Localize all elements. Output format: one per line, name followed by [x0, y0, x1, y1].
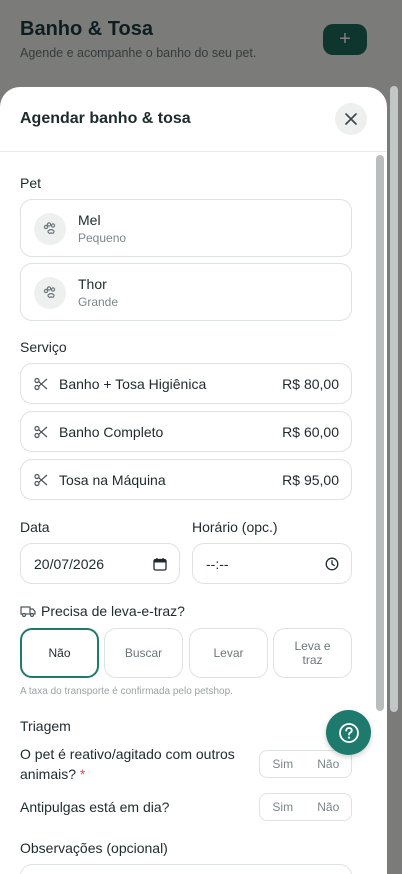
- date-label: Data: [20, 519, 50, 535]
- transport-question: Precisa de leva-e-traz?: [20, 603, 185, 619]
- triage-question-reactive: O pet é reativo/agitado com outros anima…: [20, 744, 245, 784]
- pet-label: Pet: [20, 175, 42, 191]
- pet-name: Mel: [78, 212, 101, 228]
- no-option[interactable]: Não: [306, 751, 352, 777]
- triage-label: Triagem: [20, 718, 71, 734]
- paw-icon: [34, 213, 66, 245]
- service-price: R$ 80,00: [282, 376, 339, 392]
- pet-option-mel[interactable]: Mel Pequeno: [20, 199, 352, 257]
- time-label: Horário (opc.): [192, 519, 278, 535]
- help-icon: [338, 722, 359, 743]
- pet-size: Pequeno: [78, 231, 127, 245]
- antiflea-toggle: Sim Não: [259, 793, 352, 821]
- transport-option-levar[interactable]: Levar: [189, 628, 268, 678]
- date-value: 20/07/2026: [34, 556, 105, 572]
- time-input[interactable]: --:--: [192, 543, 352, 584]
- service-label: Serviço: [20, 339, 67, 355]
- no-option[interactable]: Não: [306, 794, 352, 820]
- date-input[interactable]: 20/07/2026: [20, 543, 180, 584]
- transport-option-buscar[interactable]: Buscar: [104, 628, 183, 678]
- sheet-header: Agendar banho & tosa: [0, 87, 387, 152]
- pet-name: Thor: [78, 276, 107, 292]
- clock-icon[interactable]: [325, 557, 339, 571]
- service-name: Banho + Tosa Higiênica: [59, 376, 207, 392]
- service-price: R$ 60,00: [282, 424, 339, 440]
- sheet-scrollbar[interactable]: [376, 155, 384, 711]
- service-option[interactable]: Tosa na Máquina R$ 95,00: [20, 459, 352, 500]
- service-name: Banho Completo: [59, 424, 164, 440]
- notes-input[interactable]: [20, 864, 352, 874]
- calendar-icon[interactable]: [153, 557, 167, 571]
- scissors-icon: [34, 425, 48, 439]
- question-text: Antipulgas está em dia?: [20, 799, 170, 815]
- service-option[interactable]: Banho + Tosa Higiênica R$ 80,00: [20, 363, 352, 404]
- time-value: --:--: [206, 556, 229, 572]
- sheet-title: Agendar banho & tosa: [20, 110, 191, 127]
- transport-option-leva-e-traz[interactable]: Leva e traz: [273, 628, 352, 678]
- yes-option[interactable]: Sim: [260, 794, 306, 820]
- notes-label: Observações (opcional): [20, 840, 168, 856]
- scissors-icon: [34, 473, 48, 487]
- yes-option[interactable]: Sim: [260, 751, 306, 777]
- triage-question-antiflea: Antipulgas está em dia?: [20, 797, 245, 817]
- close-icon: [345, 113, 357, 125]
- service-name: Tosa na Máquina: [59, 472, 166, 488]
- help-button[interactable]: [326, 710, 371, 755]
- question-text: O pet é reativo/agitado com outros anima…: [20, 746, 235, 782]
- scissors-icon: [34, 377, 48, 391]
- page-scrollbar[interactable]: [390, 86, 398, 712]
- transport-option-nao[interactable]: Não: [20, 628, 99, 678]
- pet-option-thor[interactable]: Thor Grande: [20, 263, 352, 321]
- reactive-toggle: Sim Não: [259, 750, 352, 778]
- pet-size: Grande: [78, 295, 119, 309]
- close-button[interactable]: [335, 103, 367, 135]
- service-option[interactable]: Banho Completo R$ 60,00: [20, 411, 352, 452]
- truck-icon: [20, 606, 36, 618]
- required-mark: *: [79, 766, 86, 782]
- transport-hint: A taxa do transporte é confirmada pelo p…: [20, 686, 233, 697]
- paw-icon: [34, 277, 66, 309]
- transport-label: Precisa de leva-e-traz?: [41, 603, 185, 619]
- service-price: R$ 95,00: [282, 472, 339, 488]
